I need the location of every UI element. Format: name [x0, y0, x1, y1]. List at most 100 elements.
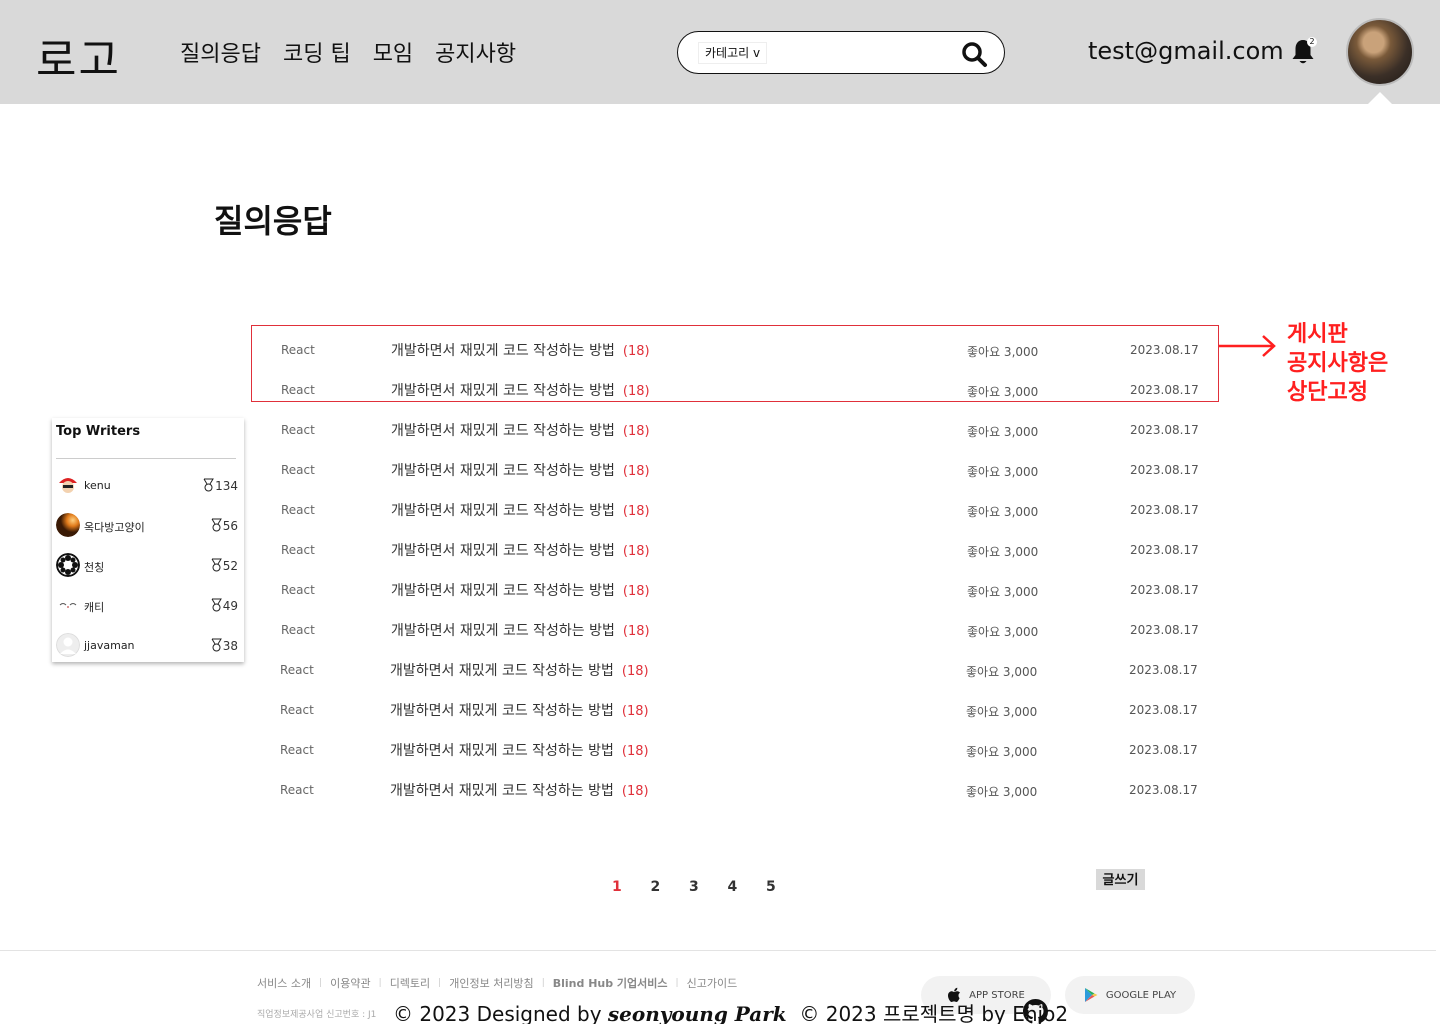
post-likes: 좋아요 3,000 [967, 585, 1039, 599]
user-email: test@gmail.com [1088, 37, 1284, 65]
writer-name: 천칭 [84, 561, 105, 574]
post-comment-count: (18) [622, 424, 650, 439]
post-row[interactable]: React 개발하면서 재밌게 코드 작성하는 방법 (18) 좋아요 3,000… [251, 448, 1219, 488]
writer-row[interactable]: jjavaman 38 [56, 633, 238, 659]
post-likes: 좋아요 3,000 [966, 665, 1038, 679]
post-title: 개발하면서 재밌게 코드 작성하는 방법 (18) [390, 780, 649, 800]
post-category: React [280, 743, 314, 757]
post-title: 개발하면서 재밌게 코드 작성하는 방법 (18) [391, 420, 650, 440]
writer-avatar [56, 513, 80, 537]
post-date: 2023.08.17 [1130, 343, 1199, 357]
post-likes: 좋아요 3,000 [966, 705, 1038, 719]
post-row[interactable]: React 개발하면서 재밌게 코드 작성하는 방법 (18) 좋아요 3,000… [251, 408, 1219, 448]
post-likes: 좋아요 3,000 [967, 545, 1039, 559]
post-comment-count: (18) [622, 384, 650, 399]
post-title-text: 개발하면서 재밌게 코드 작성하는 방법 [391, 543, 615, 559]
nav-item-meetups[interactable]: 모임 [373, 36, 413, 68]
post-title-text: 개발하면서 재밌게 코드 작성하는 방법 [390, 783, 614, 799]
annotation-line: 게시판 [1287, 322, 1348, 347]
post-comment-count: (18) [622, 624, 650, 639]
write-post-button[interactable]: 글쓰기 [1096, 869, 1145, 890]
post-category: React [280, 663, 314, 677]
page-link[interactable]: 3 [689, 879, 728, 895]
top-header: 로고 질의응답 코딩 팁 모임 공지사항 카테고리 v test@gmail.c… [0, 0, 1440, 104]
page-link-current[interactable]: 1 [612, 879, 651, 895]
post-row[interactable]: React 개발하면서 재밌게 코드 작성하는 방법 (18) 좋아요 3,000… [250, 728, 1218, 768]
github-icon[interactable] [1023, 999, 1048, 1024]
post-likes: 좋아요 3,000 [967, 345, 1039, 359]
writer-avatar [56, 473, 80, 497]
top-writers-title: Top Writers [56, 424, 141, 439]
post-likes: 좋아요 3,000 [967, 385, 1039, 399]
footer-separator: | [319, 978, 323, 988]
writer-row[interactable]: kenu 134 [56, 473, 238, 499]
writer-row[interactable]: 천칭 52 [56, 553, 238, 579]
nav-item-coding-tips[interactable]: 코딩 팁 [283, 36, 351, 68]
user-avatar[interactable] [1346, 18, 1414, 86]
post-comment-count: (18) [621, 704, 649, 719]
footer-link-privacy[interactable]: 개인정보 처리방침 [449, 975, 533, 991]
annotation-line: 공지사항은 [1287, 351, 1389, 376]
post-row[interactable]: React 개발하면서 재밌게 코드 작성하는 방법 (18) 좋아요 3,000… [251, 528, 1219, 568]
post-date: 2023.08.17 [1130, 623, 1199, 637]
post-title-text: 개발하면서 재밌게 코드 작성하는 방법 [391, 623, 615, 639]
search-icon[interactable] [960, 40, 988, 68]
post-title: 개발하면서 재밌게 코드 작성하는 방법 (18) [391, 500, 650, 520]
post-row[interactable]: React 개발하면서 재밌게 코드 작성하는 방법 (18) 좋아요 3,000… [251, 328, 1219, 368]
post-comment-count: (18) [622, 464, 650, 479]
post-category: React [280, 783, 314, 797]
post-row[interactable]: React 개발하면서 재밌게 코드 작성하는 방법 (18) 좋아요 3,000… [251, 568, 1219, 608]
footer-separator: | [675, 978, 679, 988]
site-logo[interactable]: 로고 [36, 24, 121, 88]
writer-score: 49 [211, 598, 238, 613]
post-row[interactable]: React 개발하면서 재밌게 코드 작성하는 방법 (18) 좋아요 3,000… [250, 688, 1218, 728]
writer-score-value: 56 [222, 519, 238, 533]
medal-icon [211, 518, 222, 532]
search-category-select[interactable]: 카테고리 v [698, 42, 768, 64]
writer-name: kenu [84, 479, 111, 492]
post-likes: 좋아요 3,000 [966, 785, 1038, 799]
post-date: 2023.08.17 [1130, 503, 1199, 517]
post-title: 개발하면서 재밌게 코드 작성하는 방법 (18) [391, 380, 650, 400]
post-title: 개발하면서 재밌게 코드 작성하는 방법 (18) [390, 700, 649, 720]
post-date: 2023.08.17 [1130, 583, 1199, 597]
footer-link-directory[interactable]: 디렉토리 [390, 975, 430, 991]
writer-row[interactable]: 캐티 49 [56, 593, 238, 619]
post-category: React [281, 543, 315, 557]
writer-row[interactable]: 옥다방고양이 56 [56, 513, 238, 539]
search-input[interactable] [778, 40, 948, 66]
post-row[interactable]: React 개발하면서 재밌게 코드 작성하는 방법 (18) 좋아요 3,000… [250, 648, 1218, 688]
writer-name: 옥다방고양이 [84, 521, 145, 534]
footer-link-report-guide[interactable]: 신고가이드 [687, 975, 738, 991]
post-likes: 좋아요 3,000 [967, 425, 1039, 439]
post-category: React [281, 343, 315, 357]
post-row[interactable]: React 개발하면서 재밌게 코드 작성하는 방법 (18) 좋아요 3,000… [251, 608, 1219, 648]
post-likes: 좋아요 3,000 [967, 625, 1039, 639]
post-category: React [281, 583, 315, 597]
nav-item-qna[interactable]: 질의응답 [180, 36, 261, 68]
post-comment-count: (18) [621, 664, 649, 679]
post-row[interactable]: React 개발하면서 재밌게 코드 작성하는 방법 (18) 좋아요 3,000… [251, 368, 1219, 408]
post-row[interactable]: React 개발하면서 재밌게 코드 작성하는 방법 (18) 좋아요 3,000… [250, 768, 1218, 808]
post-category: React [281, 503, 315, 517]
post-title-text: 개발하면서 재밌게 코드 작성하는 방법 [391, 583, 615, 599]
post-title: 개발하면서 재밌게 코드 작성하는 방법 (18) [391, 460, 650, 480]
page-link[interactable]: 5 [766, 879, 805, 895]
medal-icon [203, 478, 214, 492]
footer-separator: | [541, 978, 545, 988]
annotation-arrow-icon [1219, 335, 1276, 357]
post-category: React [281, 623, 315, 637]
google-play-button[interactable]: GOOGLE PLAY [1065, 976, 1195, 1014]
footer-link-about[interactable]: 서비스 소개 [257, 975, 311, 991]
post-row[interactable]: React 개발하면서 재밌게 코드 작성하는 방법 (18) 좋아요 3,000… [251, 488, 1219, 528]
post-date: 2023.08.17 [1130, 543, 1199, 557]
page-link[interactable]: 4 [728, 879, 767, 895]
page-link[interactable]: 2 [651, 879, 690, 895]
post-date: 2023.08.17 [1130, 423, 1199, 437]
business-registration-info: 직업정보제공사업 신고번호 : J1 [257, 1010, 377, 1020]
footer-link-terms[interactable]: 이용약관 [330, 975, 370, 991]
nav-item-notices[interactable]: 공지사항 [435, 36, 516, 68]
footer-link-business[interactable]: Blind Hub 기업서비스 [553, 975, 668, 991]
post-date: 2023.08.17 [1129, 743, 1198, 757]
google-play-label: GOOGLE PLAY [1105, 989, 1177, 1001]
